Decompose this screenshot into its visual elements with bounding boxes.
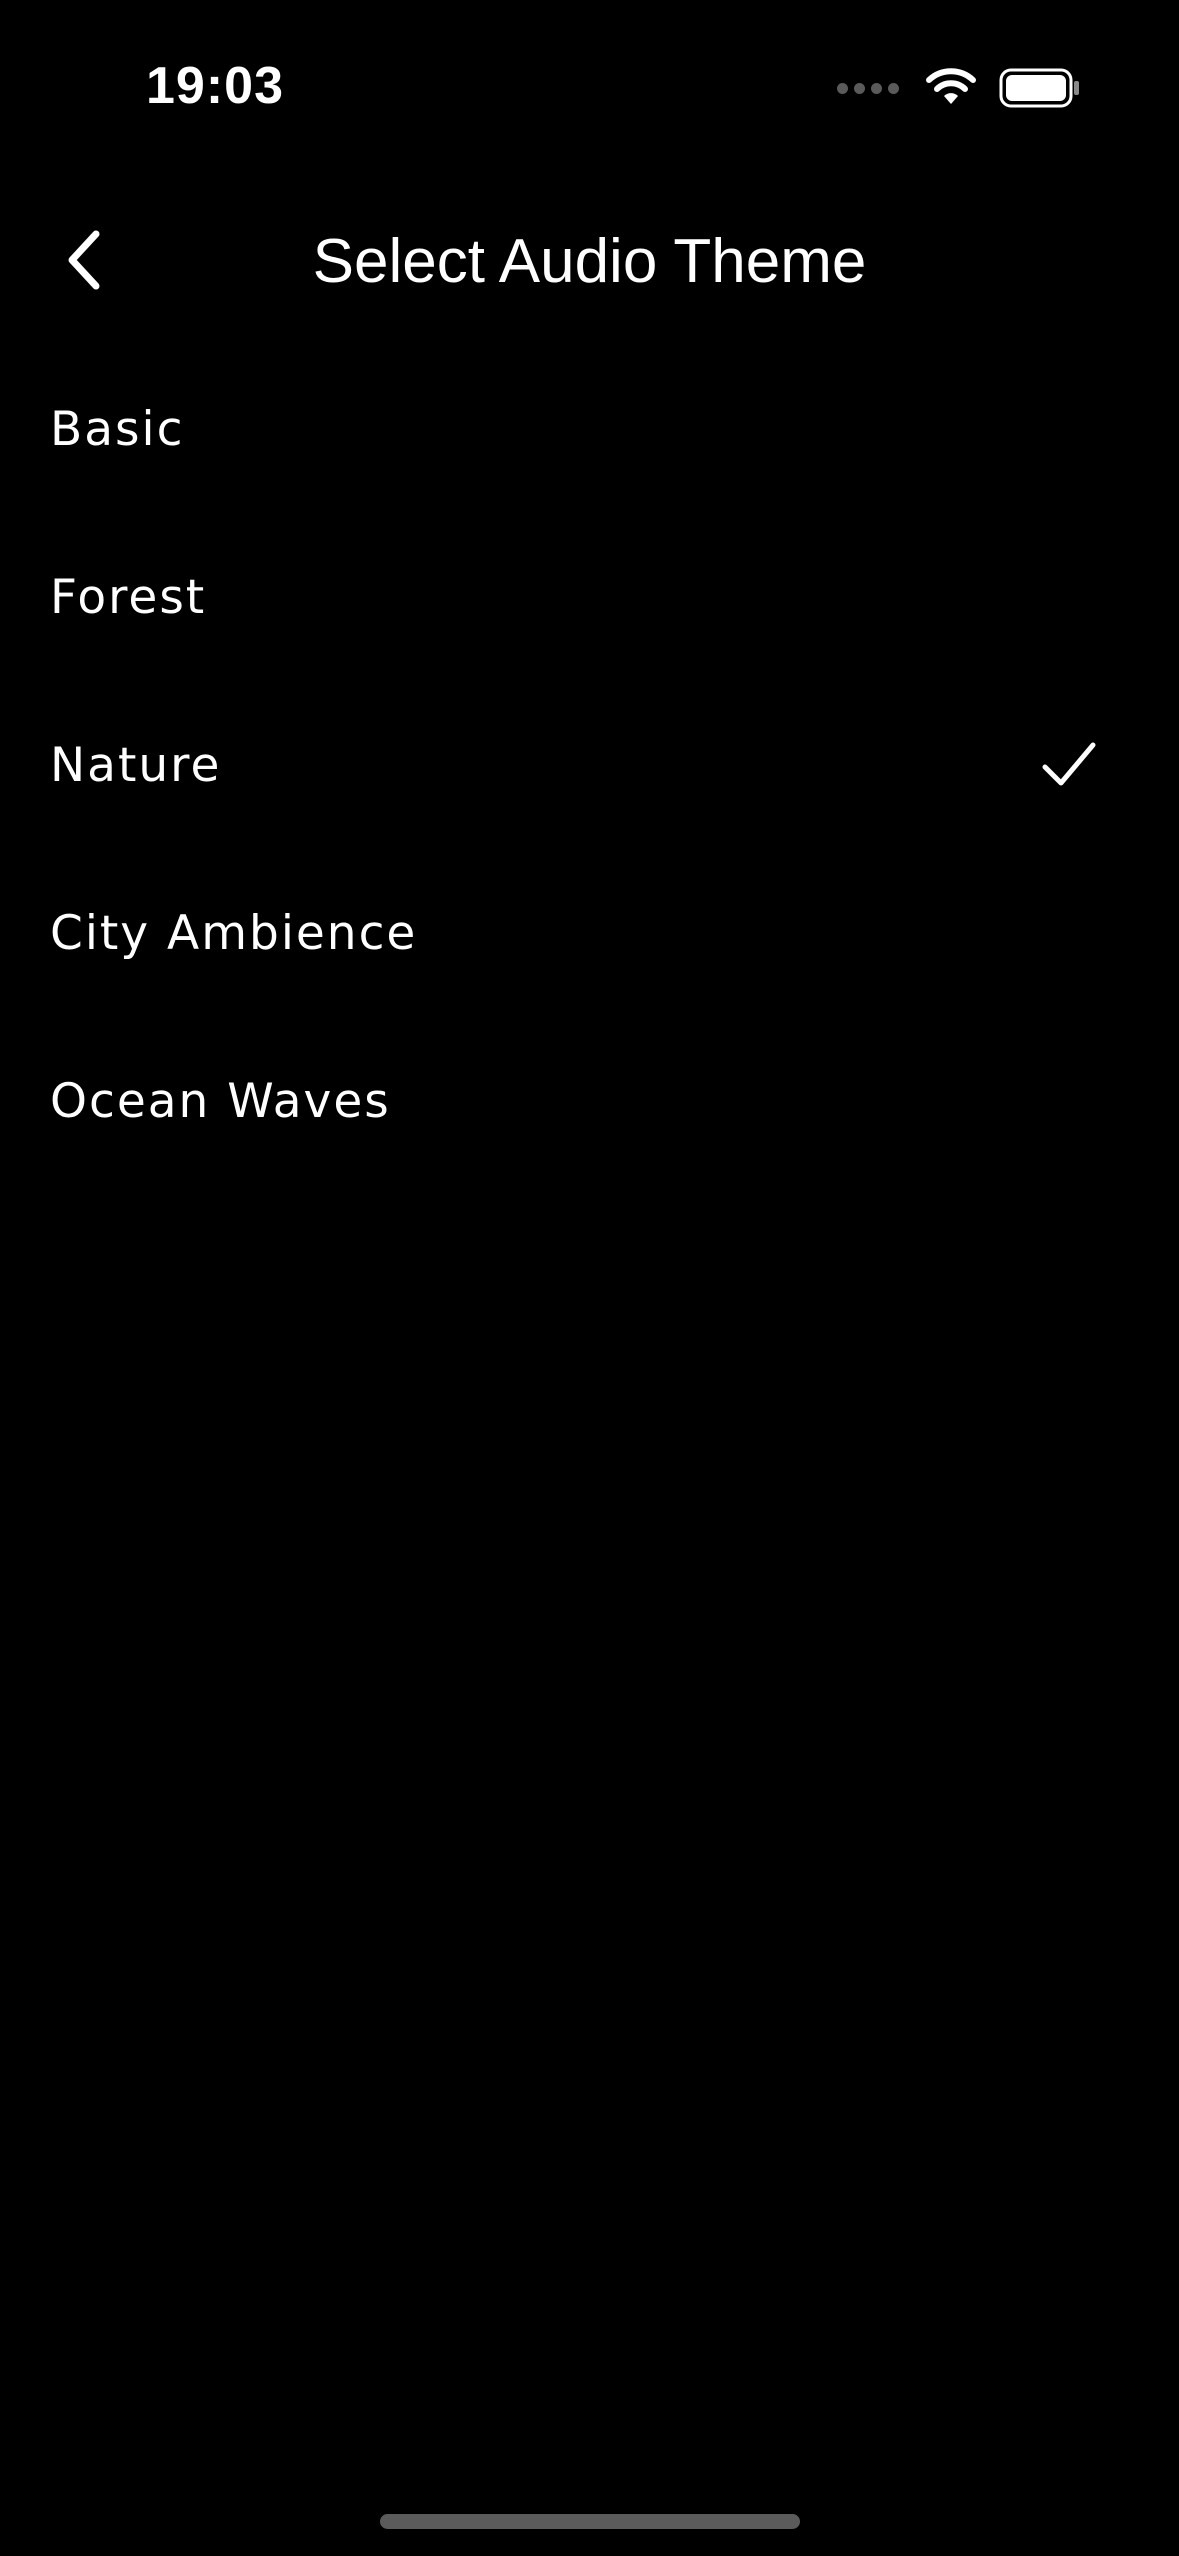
theme-item-city-ambience[interactable]: City Ambience: [0, 849, 1179, 1017]
home-indicator[interactable]: [380, 2514, 800, 2529]
cellular-signal-icon: [837, 82, 899, 94]
wifi-icon: [926, 68, 976, 104]
theme-item-basic[interactable]: Basic: [0, 345, 1179, 513]
theme-list: Basic Forest Nature City Ambience Ocean …: [0, 345, 1179, 1185]
navigation-header: Select Audio Theme: [0, 200, 1179, 320]
status-bar: 19:03: [0, 0, 1179, 170]
theme-label: Basic: [50, 401, 185, 457]
theme-item-ocean-waves[interactable]: Ocean Waves: [0, 1017, 1179, 1185]
battery-icon: [999, 68, 1079, 108]
status-indicators: [837, 64, 1081, 112]
theme-label: City Ambience: [50, 905, 418, 961]
theme-label: Nature: [50, 737, 222, 793]
theme-label: Ocean Waves: [50, 1073, 391, 1129]
checkmark-icon: [1042, 742, 1096, 786]
status-time: 19:03: [146, 57, 284, 115]
page-title: Select Audio Theme: [312, 227, 867, 296]
theme-label: Forest: [50, 569, 207, 625]
theme-item-forest[interactable]: Forest: [0, 513, 1179, 681]
theme-item-nature[interactable]: Nature: [0, 681, 1179, 849]
